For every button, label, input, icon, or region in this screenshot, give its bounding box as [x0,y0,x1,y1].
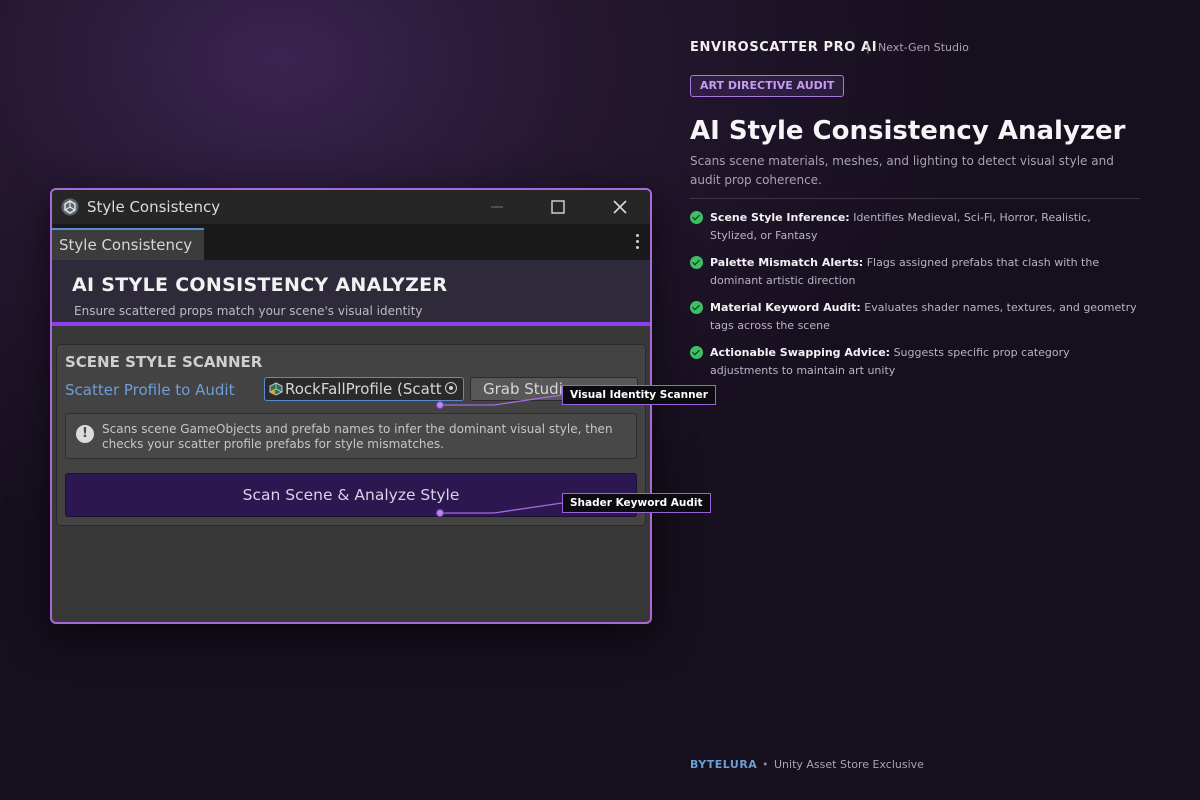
profile-field-label: Scatter Profile to Audit [65,381,235,399]
check-icon [690,301,703,314]
feature-description: Scans scene materials, meshes, and light… [690,154,1114,187]
publisher-name: BYTELURA [690,758,758,771]
check-icon [690,256,703,269]
feature-item: Palette Mismatch Alerts: Flags assigned … [690,254,1140,289]
unity-logo-icon [61,198,79,216]
banner-subtitle: Ensure scattered props match your scene'… [74,304,423,318]
scene-style-scanner-panel: SCENE STYLE SCANNER Scatter Profile to A… [56,344,646,526]
banner-title: AI STYLE CONSISTENCY ANALYZER [72,274,448,296]
window-titlebar[interactable]: Style Consistency [52,190,650,224]
callout-shader-keyword-audit: Shader Keyword Audit [562,493,711,513]
section-title: SCENE STYLE SCANNER [65,353,263,371]
help-text: Scans scene GameObjects and prefab names… [102,422,613,451]
category-badge: ART DIRECTIVE AUDIT [690,75,845,97]
maximize-icon [551,200,565,214]
feature-item: Material Keyword Audit: Evaluates shader… [690,299,1140,334]
feature-title: AI Style Consistency Analyzer [690,116,1126,146]
feature-list: Scene Style Inference: Identifies Mediev… [690,209,1140,389]
tab-label: Style Consistency [59,236,193,254]
product-brand: ENVIROSCATTER PRO AI [690,40,878,55]
help-box: ! Scans scene GameObjects and prefab nam… [65,413,637,459]
scriptable-object-icon [269,382,283,396]
feature-item-title: Palette Mismatch Alerts: [710,256,864,269]
footer-separator: • [762,758,769,771]
style-consistency-window: Style Consistency Style Consistency AI S… [50,188,652,624]
header-banner: AI STYLE CONSISTENCY ANALYZER Ensure sca… [52,260,650,326]
tab-bar: Style Consistency [52,224,650,260]
maximize-button[interactable] [538,190,578,224]
window-title: Style Consistency [87,198,221,216]
close-icon [613,200,627,214]
feature-item: Actionable Swapping Advice: Suggests spe… [690,344,1140,379]
feature-item-title: Scene Style Inference: [710,211,850,224]
minimize-icon [491,206,503,208]
feature-item-title: Material Keyword Audit: [710,301,861,314]
tab-style-consistency[interactable]: Style Consistency [52,228,204,260]
brand-separator: | [866,41,870,54]
scatter-profile-field[interactable]: RockFallProfile (Scatt [264,377,464,401]
object-picker-icon[interactable] [445,382,457,394]
scan-analyze-button[interactable]: Scan Scene & Analyze Style [65,473,637,517]
feature-item-title: Actionable Swapping Advice: [710,346,891,359]
info-icon: ! [76,425,94,443]
scatter-profile-value: RockFallProfile (Scatt [285,380,442,398]
more-options-icon[interactable] [636,234,640,252]
footer-tagline: Unity Asset Store Exclusive [774,758,924,771]
check-icon [690,346,703,359]
brand-subtitle: Next-Gen Studio [878,41,969,54]
check-icon [690,211,703,224]
feature-item: Scene Style Inference: Identifies Mediev… [690,209,1140,244]
divider [690,198,1140,199]
minimize-button[interactable] [477,190,517,224]
close-button[interactable] [600,190,640,224]
